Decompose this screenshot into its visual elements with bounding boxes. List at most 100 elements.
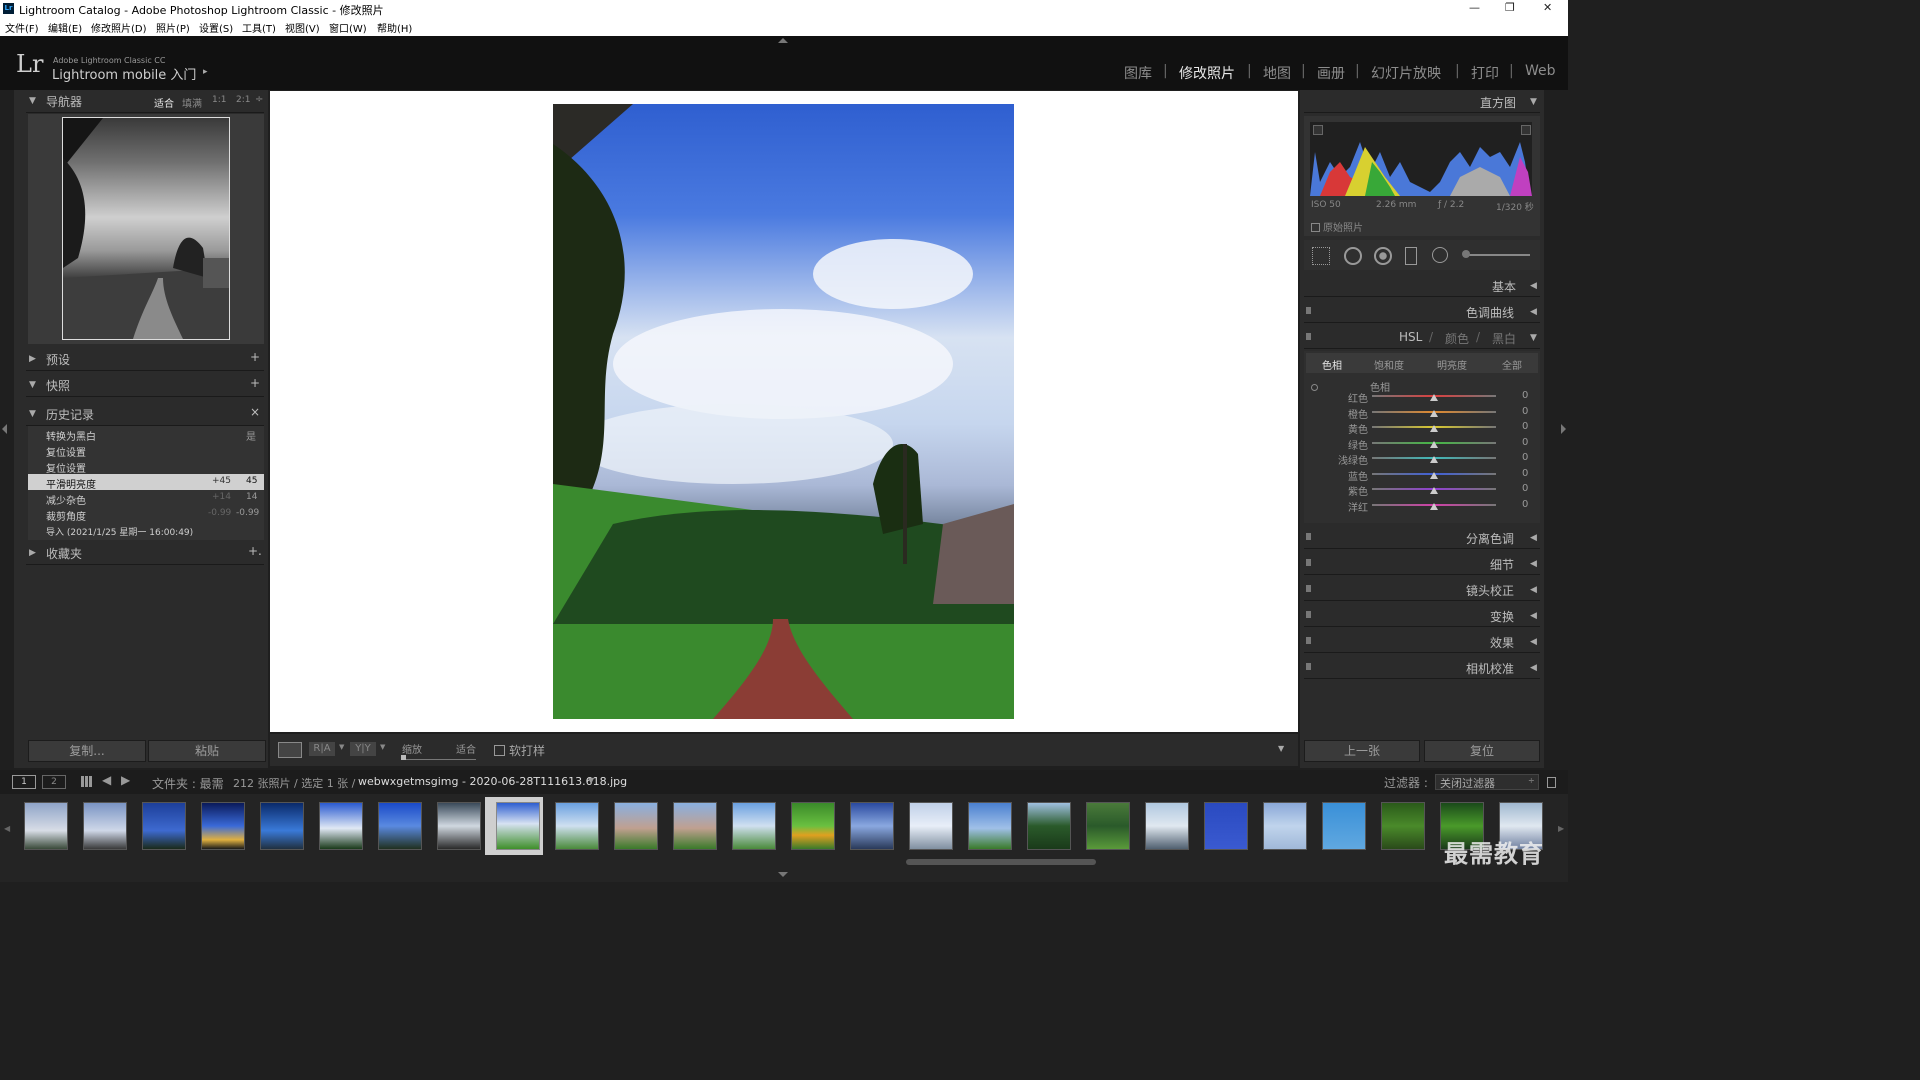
graduated-filter-icon[interactable] — [1405, 247, 1417, 265]
history-item[interactable]: 减少杂色 +14 14 — [28, 490, 264, 507]
spot-removal-icon[interactable] — [1344, 247, 1362, 265]
section-header[interactable]: 分离色调 ◀ — [1304, 526, 1540, 549]
hsl-channel-value[interactable]: 0 — [1522, 390, 1528, 401]
panel-switch-icon[interactable] — [1306, 663, 1311, 670]
filmstrip-thumbnail[interactable] — [260, 802, 304, 850]
section-header[interactable]: 相机校准 ◀ — [1304, 656, 1540, 679]
dropdown-icon[interactable]: ▼ — [380, 743, 385, 751]
hsl-slider-thumb[interactable] — [1430, 409, 1438, 417]
image-canvas[interactable] — [270, 91, 1298, 732]
filmstrip-thumbnail[interactable] — [142, 802, 186, 850]
filmstrip-thumbnail[interactable] — [1145, 802, 1189, 850]
menu-photo[interactable]: 照片(P) — [156, 20, 190, 35]
hsl-channel-value[interactable]: 0 — [1522, 421, 1528, 432]
filmstrip-thumbnail[interactable] — [909, 802, 953, 850]
loupe-view-icon[interactable] — [278, 742, 302, 758]
hsl-channel-value[interactable]: 0 — [1522, 499, 1528, 510]
navigator-header[interactable]: ▼ 导航器 适合 填满 1:1 2:1 ÷ — [26, 90, 264, 113]
add-snapshot-icon[interactable]: + — [250, 376, 260, 390]
menu-help[interactable]: 帮助(H) — [377, 20, 412, 35]
copy-settings-button[interactable]: 复制... — [28, 740, 146, 762]
identity-arrow-icon[interactable]: ▸ — [203, 67, 208, 77]
menu-view[interactable]: 视图(V) — [285, 20, 320, 35]
filmstrip-thumbnail[interactable] — [1322, 802, 1366, 850]
original-photo-checkbox[interactable] — [1311, 223, 1320, 232]
hsl-slider-thumb[interactable] — [1430, 456, 1438, 463]
hsl-slider-thumb[interactable] — [1430, 502, 1438, 510]
panel-switch-icon[interactable] — [1306, 533, 1311, 540]
history-item[interactable]: 导入 (2021/1/25 星期一 16:00:49) — [28, 522, 264, 538]
collapse-right-icon[interactable] — [1561, 424, 1566, 434]
filmstrip-thumbnail-selected[interactable] — [496, 802, 540, 850]
toolbar-menu-icon[interactable]: ▼ — [1278, 744, 1284, 753]
section-header[interactable]: 效果 ◀ — [1304, 630, 1540, 653]
forward-arrow-icon[interactable]: ▶ — [121, 773, 130, 787]
zoom-slider-thumb[interactable] — [401, 755, 406, 760]
tone-curve-header[interactable]: 色调曲线 ◀ — [1304, 300, 1540, 323]
file-name[interactable]: webwxgetmsgimg - 2020-06-28T111613.618.j… — [358, 775, 627, 788]
filmstrip-thumbnail[interactable] — [732, 802, 776, 850]
filmstrip-thumbnail[interactable] — [24, 802, 68, 850]
hsl-channel-value[interactable]: 0 — [1522, 452, 1528, 463]
minimize-button[interactable]: — — [1469, 1, 1480, 14]
collections-header[interactable]: ▶ 收藏夹 +. — [26, 542, 264, 565]
paste-settings-button[interactable]: 粘贴 — [148, 740, 266, 762]
collapse-top-icon[interactable] — [778, 38, 788, 43]
menu-develop[interactable]: 修改照片(D) — [91, 20, 147, 35]
filmstrip-thumbnail[interactable] — [437, 802, 481, 850]
basic-header[interactable]: 基本 ◀ — [1304, 274, 1540, 297]
zoom-fit[interactable]: 适合 — [154, 95, 174, 110]
collapse-left-icon[interactable] — [2, 424, 7, 434]
luminance-subtab[interactable]: 明亮度 — [1437, 357, 1467, 372]
module-library[interactable]: 图库 — [1124, 63, 1152, 83]
module-print[interactable]: 打印 — [1471, 63, 1499, 83]
presets-header[interactable]: ▶ 预设 + — [26, 348, 264, 371]
filmstrip-right-icon[interactable]: ▶ — [1558, 824, 1564, 833]
hsl-slider-thumb[interactable] — [1430, 471, 1438, 479]
zoom-slider[interactable] — [402, 759, 476, 760]
hsl-slider-thumb[interactable] — [1430, 394, 1438, 401]
zoom-value[interactable]: 适合 — [456, 741, 476, 756]
panel-switch-icon[interactable] — [1306, 611, 1311, 618]
history-item[interactable]: 转换为黑白 是 — [28, 426, 264, 443]
histogram-header[interactable]: 直方图 ▼ — [1304, 90, 1540, 113]
module-slideshow[interactable]: 幻灯片放映 — [1371, 63, 1441, 83]
menu-tools[interactable]: 工具(T) — [242, 20, 276, 35]
back-arrow-icon[interactable]: ◀ — [102, 773, 111, 787]
module-book[interactable]: 画册 — [1317, 63, 1345, 83]
panel-switch-icon[interactable] — [1306, 559, 1311, 566]
saturation-subtab[interactable]: 饱和度 — [1374, 357, 1404, 372]
filter-lock-icon[interactable] — [1547, 777, 1556, 788]
panel-switch-icon[interactable] — [1306, 637, 1311, 644]
close-button[interactable]: ✕ — [1543, 1, 1552, 14]
red-eye-icon[interactable] — [1374, 247, 1392, 265]
dropdown-icon[interactable]: ▼ — [339, 743, 344, 751]
filmstrip-thumbnail[interactable] — [555, 802, 599, 850]
add-collection-icon[interactable]: +. — [248, 544, 262, 558]
panel-switch-icon[interactable] — [1306, 585, 1311, 592]
all-subtab[interactable]: 全部 — [1502, 357, 1522, 372]
history-item-selected[interactable]: 平滑明亮度 +45 45 — [28, 474, 264, 491]
hsl-slider-thumb[interactable] — [1430, 487, 1438, 494]
zoom-2-1[interactable]: 2:1 — [236, 95, 250, 105]
filmstrip-thumbnail[interactable] — [850, 802, 894, 850]
menu-file[interactable]: 文件(F) — [5, 20, 39, 35]
histogram-graph[interactable] — [1310, 122, 1532, 196]
menu-settings[interactable]: 设置(S) — [199, 20, 233, 35]
add-preset-icon[interactable]: + — [250, 350, 260, 364]
radial-filter-icon[interactable] — [1432, 247, 1448, 263]
before-after-lr-icon[interactable]: R|A — [309, 742, 335, 756]
panel-switch-icon[interactable] — [1306, 333, 1311, 340]
zoom-arrows-icon[interactable]: ÷ — [255, 94, 263, 105]
hsl-channel-value[interactable]: 0 — [1522, 483, 1528, 494]
filmstrip-left-icon[interactable]: ◀ — [4, 824, 10, 833]
filmstrip-thumbnail[interactable] — [968, 802, 1012, 850]
hsl-channel-value[interactable]: 0 — [1522, 468, 1528, 479]
navigator-preview-area[interactable] — [28, 114, 264, 344]
hsl-channel-value[interactable]: 0 — [1522, 437, 1528, 448]
clear-history-icon[interactable]: × — [250, 405, 260, 419]
section-header[interactable]: 镜头校正 ◀ — [1304, 578, 1540, 601]
hue-subtab[interactable]: 色相 — [1322, 357, 1342, 372]
menu-edit[interactable]: 编辑(E) — [48, 20, 82, 35]
module-web[interactable]: Web — [1525, 63, 1556, 79]
